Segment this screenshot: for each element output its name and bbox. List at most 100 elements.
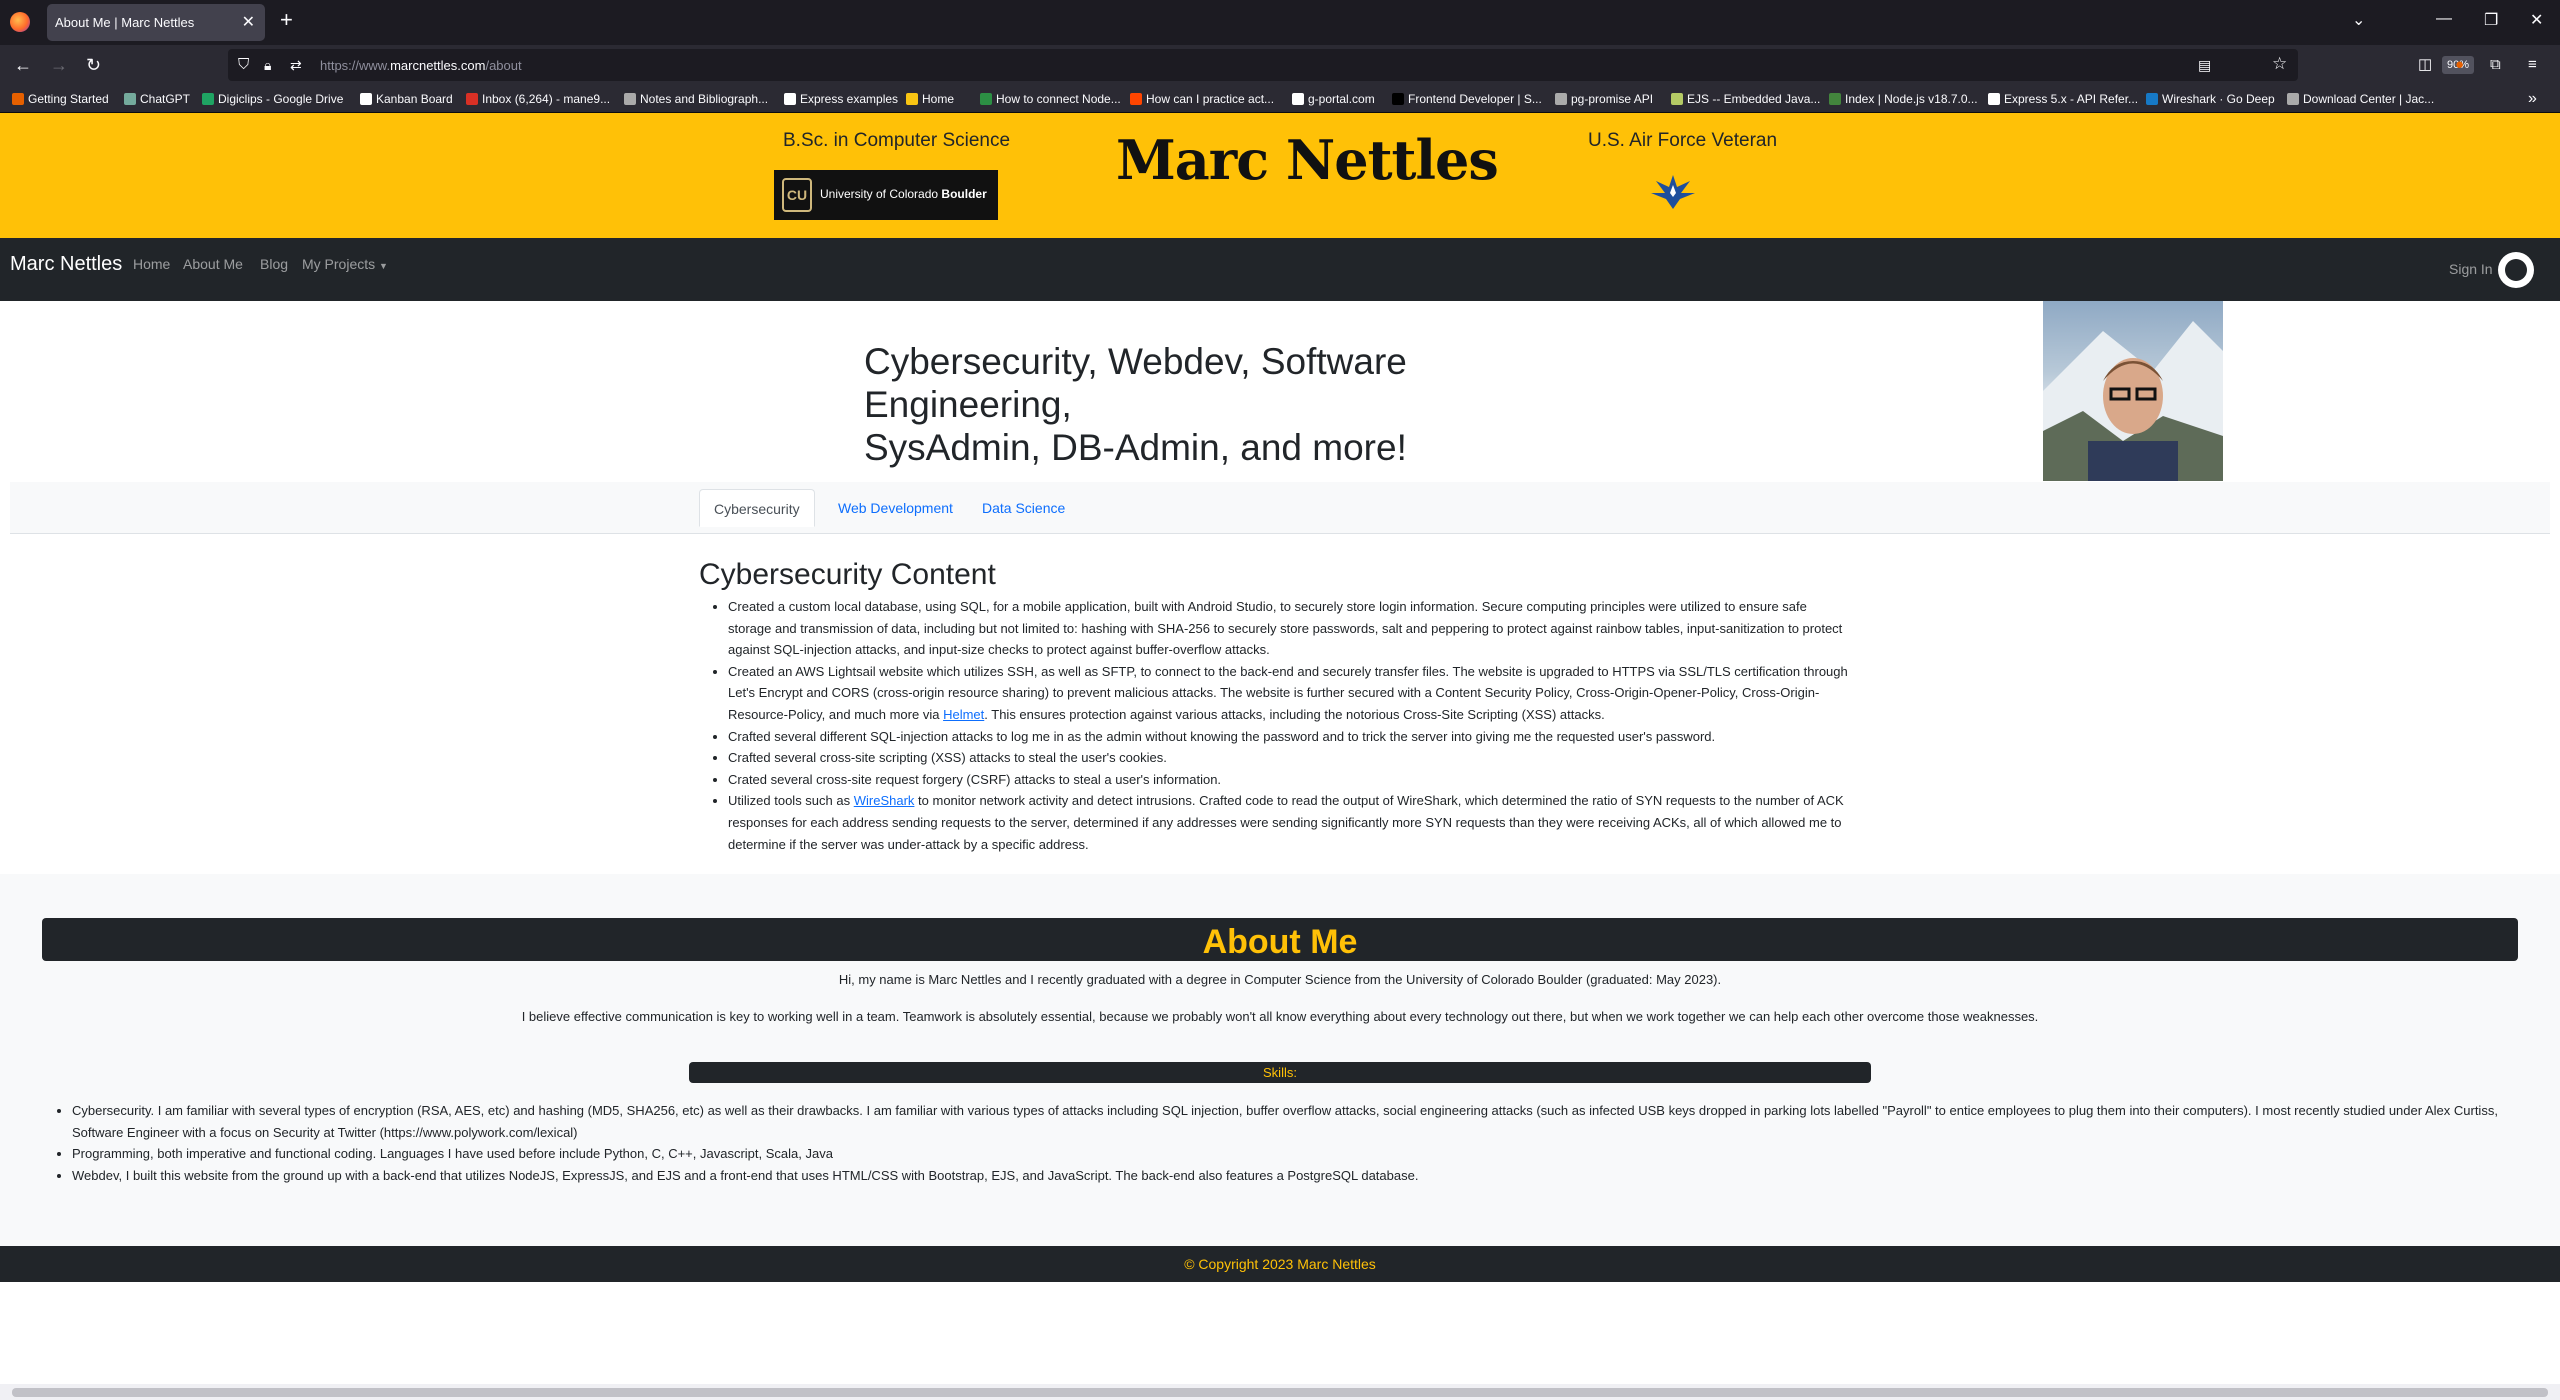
lock-icon[interactable]: 🔒︎ <box>264 55 271 75</box>
nav-link-blog[interactable]: Blog <box>260 256 288 272</box>
bookmark-item[interactable]: Inbox (6,264) - mane9... <box>466 92 610 106</box>
close-icon[interactable]: ✕ <box>242 12 255 32</box>
bookmark-label: ChatGPT <box>140 92 191 106</box>
bookmark-label: How to connect Node... <box>996 92 1121 106</box>
back-arrow-icon[interactable]: ← <box>14 55 32 75</box>
bookmarks-overflow-icon[interactable]: » <box>2528 90 2537 108</box>
chevron-down-icon[interactable]: ⌄ <box>2352 10 2365 30</box>
horizontal-scrollbar[interactable] <box>0 1384 2560 1400</box>
bookmark-favicon-icon <box>784 93 796 105</box>
bookmark-label: Getting Started <box>28 92 109 106</box>
bookmark-label: Kanban Board <box>376 92 453 106</box>
tab-content-cybersecurity: Cybersecurity Content Created a custom l… <box>0 534 2560 874</box>
bookmark-favicon-icon <box>980 93 992 105</box>
firefox-icon[interactable] <box>10 12 30 32</box>
site-navbar: Marc Nettles Home About Me Blog My Proje… <box>0 238 2560 301</box>
bookmark-item[interactable]: Wireshark · Go Deep <box>2146 92 2275 106</box>
minimize-icon[interactable]: — <box>2436 10 2452 28</box>
new-tab-plus-icon[interactable]: + <box>280 9 293 31</box>
list-item: Created a custom local database, using S… <box>728 596 1852 661</box>
tab-web-development[interactable]: Web Development <box>824 489 967 527</box>
nav-link-about[interactable]: About Me <box>183 256 243 272</box>
browser-toolbar: ← → ↻ ⛉ 🔒︎ ⇄ https://www.marcnettles.com… <box>0 45 2560 86</box>
permissions-icon[interactable]: ⇄ <box>290 55 302 75</box>
reload-icon[interactable]: ↻ <box>86 55 101 75</box>
window-close-icon[interactable]: ✕ <box>2530 10 2543 30</box>
bookmark-label: How can I practice act... <box>1146 92 1275 106</box>
bookmark-label: Frontend Developer | S... <box>1408 92 1542 106</box>
bookmark-favicon-icon <box>2287 93 2299 105</box>
forward-arrow-icon[interactable]: → <box>50 55 68 75</box>
bookmark-label: Express 5.x - API Refer... <box>2004 92 2139 106</box>
bookmark-favicon-icon <box>1130 93 1142 105</box>
firefox-account-icon[interactable]: ● <box>2455 55 2464 75</box>
reader-view-icon[interactable]: ▤ <box>2198 55 2211 75</box>
pocket-icon[interactable]: ◫ <box>2418 55 2432 75</box>
cu-emblem-icon: CU <box>782 178 812 212</box>
bookmark-favicon-icon <box>466 93 478 105</box>
bookmark-label: Notes and Bibliograph... <box>640 92 769 106</box>
bookmark-item[interactable]: Frontend Developer | S... <box>1392 92 1542 106</box>
bookmark-favicon-icon <box>360 93 372 105</box>
url-bar[interactable]: ⛉ 🔒︎ ⇄ https://www.marcnettles.com/about… <box>228 49 2474 81</box>
cu-boulder-logo: CU University of Colorado Boulder <box>774 170 998 220</box>
wireshark-link[interactable]: WireShark <box>854 793 915 808</box>
nav-link-home[interactable]: Home <box>133 256 170 272</box>
bookmark-item[interactable]: Home <box>906 92 954 106</box>
bookmark-item[interactable]: Download Center | Jac... <box>2287 92 2434 106</box>
bookmark-star-icon[interactable]: ☆ <box>2272 54 2287 74</box>
intro-heading: Cybersecurity, Webdev, Software Engineer… <box>864 341 1407 468</box>
veteran-caption: U.S. Air Force Veteran <box>1588 130 1778 151</box>
cu-logo-text: University of Colorado Boulder <box>820 187 987 201</box>
bookmark-item[interactable]: How to connect Node... <box>980 92 1121 106</box>
helmet-link[interactable]: Helmet <box>943 707 984 722</box>
tab-cybersecurity[interactable]: Cybersecurity <box>699 489 815 527</box>
content-tab-bar: Cybersecurity Web Development Data Scien… <box>10 482 2550 534</box>
menu-icon[interactable]: ≡ <box>2528 55 2537 75</box>
about-teamwork-text: I believe effective communication is key… <box>521 1009 2039 1024</box>
caret-down-icon: ▼ <box>379 261 388 271</box>
list-item: Crafted several cross-site scripting (XS… <box>728 747 1852 769</box>
browser-tab-active[interactable]: About Me | Marc Nettles ✕ <box>47 4 265 41</box>
bookmark-item[interactable]: Notes and Bibliograph... <box>624 92 768 106</box>
air-force-wings-icon <box>1651 175 1695 209</box>
skills-title-bar: Skills: <box>689 1062 1871 1083</box>
bookmark-item[interactable]: pg-promise API <box>1555 92 1653 106</box>
bookmark-item[interactable]: Index | Node.js v18.7.0... <box>1829 92 1978 106</box>
about-intro-text: Hi, my name is Marc Nettles and I recent… <box>838 972 1722 987</box>
bookmark-item[interactable]: How can I practice act... <box>1130 92 1274 106</box>
bookmark-item[interactable]: Express examples <box>784 92 898 106</box>
bookmark-label: Digiclips - Google Drive <box>218 92 344 106</box>
bookmark-label: Inbox (6,264) - mane9... <box>482 92 611 106</box>
profile-photo <box>2043 301 2223 481</box>
nav-dropdown-projects[interactable]: My Projects ▼ <box>302 256 388 272</box>
bookmark-favicon-icon <box>624 93 636 105</box>
list-item: Crated several cross-site request forger… <box>728 769 1852 791</box>
bookmark-item[interactable]: Kanban Board <box>360 92 453 106</box>
bookmark-favicon-icon <box>12 93 24 105</box>
browser-tab-strip: About Me | Marc Nettles ✕ + ⌄ — ❐ ✕ <box>0 0 2560 45</box>
bookmark-item[interactable]: EJS -- Embedded Java... <box>1671 92 1820 106</box>
navbar-brand[interactable]: Marc Nettles <box>10 253 122 276</box>
bookmark-item[interactable]: ChatGPT <box>124 92 190 106</box>
about-section: About Me Hi, my name is Marc Nettles and… <box>0 874 2560 1246</box>
bookmark-favicon-icon <box>202 93 214 105</box>
github-icon[interactable] <box>2498 252 2534 288</box>
bookmark-favicon-icon <box>906 93 918 105</box>
about-title-bar: About Me <box>42 918 2518 961</box>
bookmark-item[interactable]: Getting Started <box>12 92 109 106</box>
scrollbar-thumb[interactable] <box>12 1388 2548 1397</box>
bookmark-label: g-portal.com <box>1308 92 1375 106</box>
tab-title: About Me | Marc Nettles <box>55 15 195 30</box>
restore-icon[interactable]: ❐ <box>2484 10 2498 30</box>
bookmark-favicon-icon <box>1671 93 1683 105</box>
extensions-icon[interactable]: ⧉ <box>2490 55 2501 75</box>
bookmark-item[interactable]: Digiclips - Google Drive <box>202 92 343 106</box>
bookmark-item[interactable]: Express 5.x - API Refer... <box>1988 92 2138 106</box>
sign-in-link[interactable]: Sign In <box>2449 261 2493 277</box>
bookmark-item[interactable]: g-portal.com <box>1292 92 1375 106</box>
about-title: About Me <box>1202 923 1358 961</box>
shield-icon[interactable]: ⛉ <box>238 55 249 75</box>
url-text[interactable]: https://www.marcnettles.com/about <box>320 58 522 73</box>
tab-data-science[interactable]: Data Science <box>968 489 1079 527</box>
